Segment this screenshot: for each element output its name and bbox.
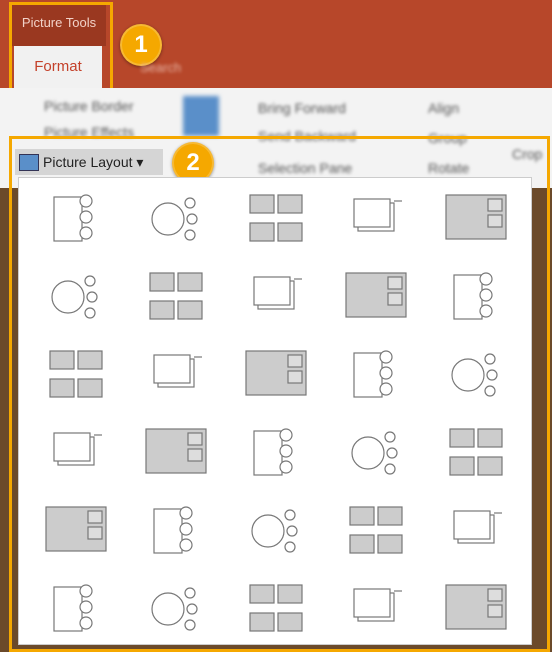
layout-thumbnail-icon bbox=[451, 353, 498, 397]
highlight-box-1 bbox=[9, 2, 113, 94]
layout-thumbnail-icon bbox=[353, 350, 393, 398]
layout-option[interactable] bbox=[427, 180, 527, 258]
layout-thumbnail-icon bbox=[453, 272, 493, 320]
layout-thumbnail-icon bbox=[45, 506, 107, 552]
layout-thumbnail-icon bbox=[353, 588, 402, 622]
layout-option[interactable] bbox=[227, 258, 327, 336]
layout-thumbnail-icon bbox=[445, 194, 507, 240]
layout-thumbnail-icon bbox=[351, 431, 398, 475]
layout-option[interactable] bbox=[427, 570, 527, 648]
layout-option[interactable] bbox=[327, 258, 427, 336]
layout-thumbnail-icon bbox=[53, 194, 93, 242]
layout-thumbnail-icon bbox=[253, 276, 302, 310]
search-box[interactable]: Search bbox=[140, 60, 181, 75]
picture-border-button[interactable]: Picture Border bbox=[44, 98, 133, 114]
picture-layout-button[interactable]: Picture Layout ▾ bbox=[15, 149, 163, 175]
layout-thumbnail-icon bbox=[53, 432, 102, 466]
layout-thumbnail-icon bbox=[51, 275, 98, 319]
layout-option[interactable] bbox=[127, 570, 227, 648]
layout-option[interactable] bbox=[127, 492, 227, 570]
layout-option[interactable] bbox=[227, 336, 327, 414]
layout-option[interactable] bbox=[27, 180, 127, 258]
layout-option[interactable] bbox=[27, 336, 127, 414]
layout-thumbnail-icon bbox=[145, 428, 207, 474]
layout-option[interactable] bbox=[327, 492, 427, 570]
picture-layout-gallery bbox=[18, 177, 532, 645]
layout-thumbnail-icon bbox=[253, 428, 293, 476]
layout-option[interactable] bbox=[327, 180, 427, 258]
layout-option[interactable] bbox=[127, 258, 227, 336]
layout-option[interactable] bbox=[327, 414, 427, 492]
layout-thumbnail-icon bbox=[445, 584, 507, 630]
layout-thumbnail-icon bbox=[449, 428, 503, 476]
layout-option[interactable] bbox=[427, 258, 527, 336]
layout-option[interactable] bbox=[227, 180, 327, 258]
layout-thumbnail-icon bbox=[151, 197, 198, 241]
picture-icon bbox=[183, 96, 219, 136]
layout-thumbnail-icon bbox=[453, 510, 502, 544]
layout-thumbnail-icon bbox=[345, 272, 407, 318]
layout-option[interactable] bbox=[27, 492, 127, 570]
layout-option[interactable] bbox=[227, 492, 327, 570]
layout-option[interactable] bbox=[227, 570, 327, 648]
layout-thumbnail-icon bbox=[151, 587, 198, 631]
layout-option[interactable] bbox=[127, 180, 227, 258]
layout-option[interactable] bbox=[427, 492, 527, 570]
layout-option[interactable] bbox=[427, 336, 527, 414]
layout-option[interactable] bbox=[27, 570, 127, 648]
layout-thumbnail-icon bbox=[353, 198, 402, 232]
layout-thumbnail-icon bbox=[53, 584, 93, 632]
picture-layout-icon bbox=[19, 154, 39, 171]
layout-option[interactable] bbox=[27, 414, 127, 492]
layout-thumbnail-icon bbox=[249, 194, 303, 242]
layout-thumbnail-icon bbox=[149, 272, 203, 320]
layout-thumbnail-icon bbox=[251, 509, 298, 553]
layout-option[interactable] bbox=[27, 258, 127, 336]
layout-option[interactable] bbox=[127, 336, 227, 414]
layout-thumbnail-icon bbox=[153, 354, 202, 388]
layout-thumbnail-icon bbox=[349, 506, 403, 554]
layout-option[interactable] bbox=[227, 414, 327, 492]
picture-layout-label: Picture Layout ▾ bbox=[43, 154, 144, 170]
align-button[interactable]: Align bbox=[428, 100, 459, 116]
layout-thumbnail-icon bbox=[245, 350, 307, 396]
layout-option[interactable] bbox=[127, 414, 227, 492]
bring-forward-button[interactable]: Bring Forward bbox=[258, 100, 346, 116]
layout-option[interactable] bbox=[427, 414, 527, 492]
layout-thumbnail-icon bbox=[153, 506, 193, 554]
layout-option[interactable] bbox=[327, 336, 427, 414]
layout-thumbnail-icon bbox=[249, 584, 303, 632]
layout-thumbnail-icon bbox=[49, 350, 103, 398]
layout-option[interactable] bbox=[327, 570, 427, 648]
